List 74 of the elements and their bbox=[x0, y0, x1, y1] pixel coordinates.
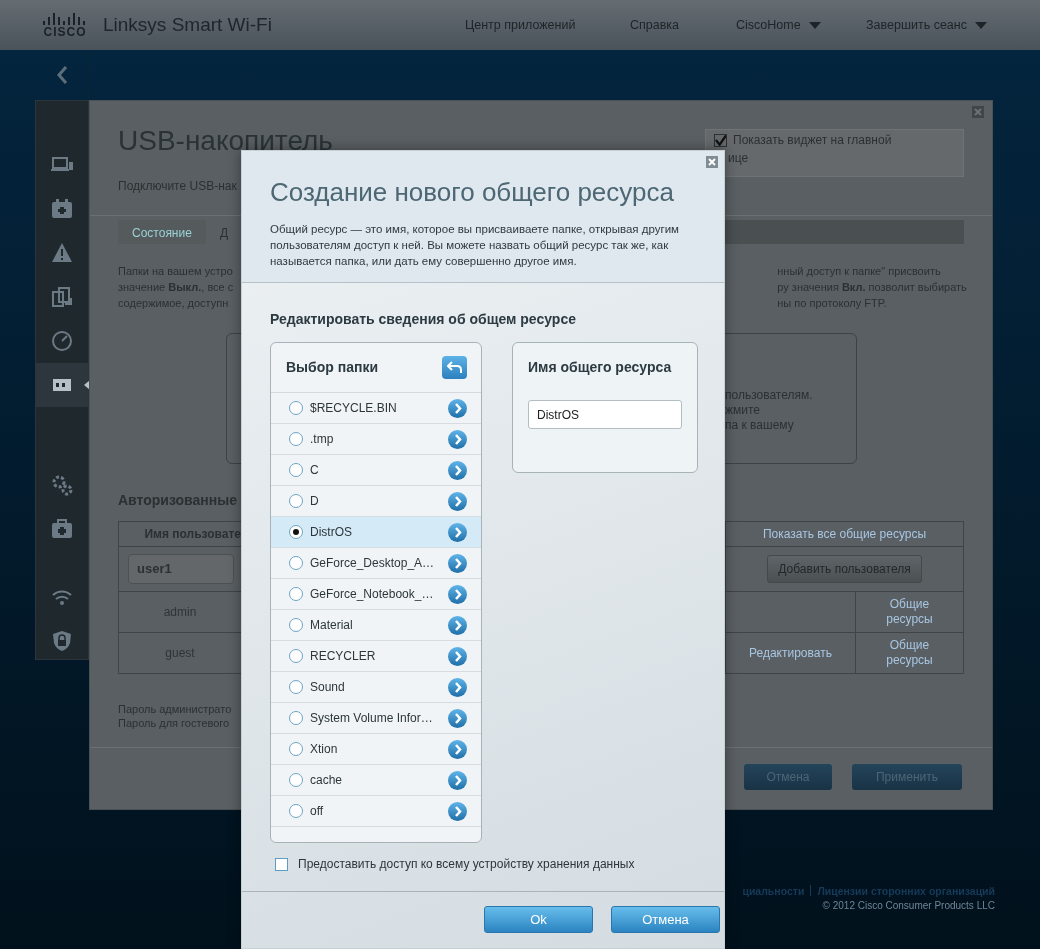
dialog-title: Создание нового общего ресурса bbox=[270, 178, 675, 207]
folder-row[interactable]: cache bbox=[271, 765, 481, 796]
lock-icon bbox=[51, 630, 73, 652]
nav-link[interactable]: CiscoHome bbox=[736, 15, 866, 35]
nav-link[interactable]: Справка bbox=[630, 15, 736, 35]
ok-button[interactable]: Ok bbox=[484, 906, 593, 933]
chevron-right-icon[interactable] bbox=[448, 398, 467, 418]
radio-button[interactable] bbox=[289, 494, 303, 508]
chevron-right-icon[interactable] bbox=[448, 553, 467, 573]
dialog-description: Общий ресурс — это имя, которое вы присваиваете папке, открывая другим пользователям доступ к ней. Вы можете назвать общий ресурс так же, как называется папка, или дать ему совершенно другое имя. bbox=[270, 221, 680, 269]
radio-button[interactable] bbox=[289, 804, 303, 818]
radio-button[interactable] bbox=[289, 711, 303, 725]
chevron-right-icon[interactable] bbox=[448, 491, 467, 511]
checkbox-label: Предоставить доступ ко всему устройству хранения данных bbox=[298, 856, 635, 873]
warning-icon bbox=[51, 242, 73, 264]
radio-button[interactable] bbox=[289, 463, 303, 477]
section-title: Редактировать сведения об общем ресурсе bbox=[270, 310, 577, 329]
chevron-right-icon[interactable] bbox=[448, 584, 467, 604]
cancel-button[interactable]: Отмена bbox=[611, 906, 720, 933]
product-name: Linksys Smart Wi-Fi bbox=[103, 12, 272, 37]
radio-button[interactable] bbox=[289, 649, 303, 663]
radio-button[interactable] bbox=[289, 742, 303, 756]
checkbox[interactable] bbox=[275, 857, 288, 871]
documents-icon bbox=[51, 286, 73, 308]
gear-icon bbox=[51, 474, 73, 496]
radio-button[interactable] bbox=[289, 618, 303, 632]
folder-row[interactable]: Sound bbox=[271, 672, 481, 703]
radio-button[interactable] bbox=[289, 773, 303, 787]
radio-button[interactable] bbox=[289, 525, 303, 539]
gauge-icon bbox=[51, 330, 73, 352]
folder-row[interactable]: $RECYCLE.BIN bbox=[271, 393, 481, 424]
back-button[interactable] bbox=[442, 356, 467, 379]
panel-title: Имя общего ресурса bbox=[528, 358, 673, 377]
folder-row[interactable]: System Volume Infor… bbox=[271, 703, 481, 734]
checkbox[interactable] bbox=[714, 134, 727, 147]
chevron-right-icon[interactable] bbox=[448, 522, 467, 542]
folder-row[interactable]: C bbox=[271, 455, 481, 486]
username-field[interactable]: user1 bbox=[128, 554, 234, 584]
folder-row[interactable]: off bbox=[271, 796, 481, 827]
nav-link[interactable]: Центр приложений bbox=[465, 15, 630, 35]
chevron-right-icon[interactable] bbox=[448, 677, 467, 697]
chevron-right-icon[interactable] bbox=[448, 460, 467, 480]
checkbox-label: Показать виджет на главной bbox=[733, 133, 892, 147]
chevron-right-icon[interactable] bbox=[448, 708, 467, 728]
folder-row[interactable]: GeForce_Notebook_… bbox=[271, 579, 481, 610]
first-aid-icon bbox=[51, 518, 73, 540]
chevron-right-icon[interactable] bbox=[448, 646, 467, 666]
undo-arrow-icon bbox=[447, 361, 462, 374]
radio-button[interactable] bbox=[289, 556, 303, 570]
checkmark-icon bbox=[715, 135, 726, 146]
close-icon[interactable] bbox=[706, 156, 718, 168]
chevron-right-icon[interactable] bbox=[448, 739, 467, 759]
logo-text: CISCO bbox=[43, 26, 87, 38]
checkbox-label: ице bbox=[727, 150, 750, 167]
close-icon[interactable] bbox=[972, 106, 984, 118]
nav-link[interactable]: Завершить сеанс bbox=[866, 15, 1006, 35]
radio-button[interactable] bbox=[289, 680, 303, 694]
chevron-right-icon[interactable] bbox=[448, 615, 467, 635]
folder-row[interactable]: .tmp bbox=[271, 424, 481, 455]
copyright-text: © 2012 Cisco Consumer Products LLC bbox=[821, 899, 995, 913]
share-name-field[interactable]: DistrOS bbox=[528, 400, 682, 429]
radio-button[interactable] bbox=[289, 587, 303, 601]
chevron-right-icon[interactable] bbox=[448, 429, 467, 449]
folder-row[interactable]: Material bbox=[271, 610, 481, 641]
chevron-right-icon[interactable] bbox=[448, 801, 467, 821]
folder-row[interactable]: Xtion bbox=[271, 734, 481, 765]
panel-title: Выбор папки bbox=[286, 358, 379, 377]
folder-row[interactable]: DistrOS bbox=[271, 517, 481, 548]
radio-button[interactable] bbox=[289, 432, 303, 446]
calendar-icon bbox=[51, 198, 73, 220]
chevron-right-icon[interactable] bbox=[448, 770, 467, 790]
sidebar-item[interactable] bbox=[36, 363, 88, 407]
radio-button[interactable] bbox=[289, 401, 303, 415]
tab[interactable]: Состояние bbox=[118, 220, 206, 244]
